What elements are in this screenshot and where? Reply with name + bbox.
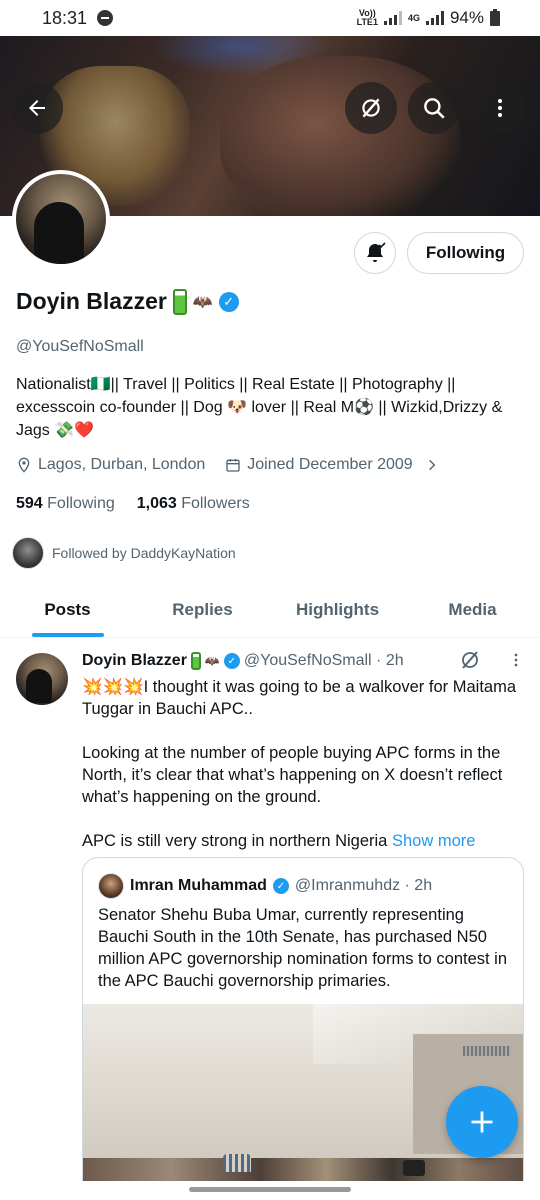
show-more-link[interactable]: Show more xyxy=(392,832,475,850)
post-actions xyxy=(458,648,524,672)
verified-badge-icon: ✓ xyxy=(272,878,289,894)
quote-header: Imran Muhammad ✓ @Imranmuhdz · 2h xyxy=(98,873,432,899)
network-type: 4G xyxy=(407,12,420,23)
followers-stat[interactable]: 1,063 Followers xyxy=(137,495,250,513)
followers-label: Followers xyxy=(181,495,250,512)
status-time: 18:31 xyxy=(42,7,88,28)
do-not-disturb-icon xyxy=(97,10,114,26)
profile-bio: Nationalist🇳🇬|| Travel || Politics || Re… xyxy=(16,373,526,442)
compose-button[interactable] xyxy=(446,1086,518,1158)
profile-tabs: Posts Replies Highlights Media xyxy=(0,582,540,638)
bio-line: Nationalist🇳🇬|| Travel || Politics || Re… xyxy=(16,376,456,393)
post-text: 💥💥💥I thought it was going to be a walkov… xyxy=(82,676,528,852)
joined-text: Joined December 2009 xyxy=(247,456,413,473)
calendar-icon xyxy=(226,459,240,472)
battery-emoji-icon xyxy=(190,652,201,670)
post-handle-time: @YouSefNoSmall · 2h xyxy=(243,652,404,669)
profile-meta: Lagos, Durban, London Joined December 20… xyxy=(16,456,439,474)
quote-text: Senator Shehu Buba Umar, currently repre… xyxy=(98,906,508,990)
following-count: 594 xyxy=(16,495,43,512)
post-paragraph-text: APC is still very strong in northern Nig… xyxy=(82,832,388,850)
following-button[interactable]: Following xyxy=(407,232,524,274)
notifications-button[interactable] xyxy=(354,232,396,274)
tab-media[interactable]: Media xyxy=(405,582,540,637)
bell-check-icon xyxy=(367,242,386,262)
signal-icon-2 xyxy=(425,11,444,25)
status-left: 18:31 xyxy=(42,7,114,29)
more-button[interactable] xyxy=(474,82,526,134)
verified-badge-icon: ✓ xyxy=(223,653,240,669)
chevron-right-icon[interactable] xyxy=(425,458,439,472)
verified-badge-icon[interactable]: ✓ xyxy=(218,291,239,312)
followed-by[interactable]: Followed by DaddyKayNation xyxy=(12,537,236,569)
volte-bottom: LTE1 xyxy=(356,17,378,27)
post-paragraph: Looking at the number of people buying A… xyxy=(82,744,503,806)
bat-emoji-icon: 🦇 xyxy=(204,654,220,668)
avatar xyxy=(12,537,44,569)
signal-icon xyxy=(383,11,402,25)
grok-button[interactable] xyxy=(345,82,397,134)
follow-stats: 594 Following 1,063 Followers xyxy=(16,495,250,513)
followers-count: 1,063 xyxy=(136,495,177,512)
profile-handle: @YouSefNoSmall xyxy=(16,338,144,355)
home-indicator[interactable] xyxy=(189,1187,351,1192)
following-label: Following xyxy=(47,495,115,512)
following-stat[interactable]: 594 Following xyxy=(16,495,115,513)
search-icon xyxy=(424,98,445,119)
back-button[interactable] xyxy=(11,82,63,134)
tab-posts[interactable]: Posts xyxy=(0,582,135,637)
followed-by-text: Followed by DaddyKayNation xyxy=(52,545,236,561)
post-paragraph: APC is still very strong in northern Nig… xyxy=(82,830,528,852)
status-bar: 18:31 Vo)) LTE1 4G 94% xyxy=(0,0,540,36)
location-pin-icon xyxy=(18,457,30,473)
avatar xyxy=(98,873,124,899)
search-button[interactable] xyxy=(408,82,460,134)
tab-highlights[interactable]: Highlights xyxy=(270,582,405,637)
display-name: Doyin Blazzer xyxy=(16,288,167,314)
volte-indicator: Vo)) LTE1 xyxy=(357,9,378,27)
battery-percent: 94% xyxy=(449,8,484,27)
name-row: Doyin Blazzer 🦇 ✓ xyxy=(16,288,239,315)
bio-line: excesscoin co-founder || Dog 🐶 lover || … xyxy=(16,399,503,416)
location-text: Lagos, Durban, London xyxy=(38,456,206,473)
quote-author: Imran Muhammad xyxy=(130,877,267,894)
arrow-left-icon xyxy=(29,100,45,116)
post-author[interactable]: Doyin Blazzer xyxy=(82,652,187,670)
battery-icon xyxy=(490,8,500,26)
quote-handle-time: @Imranmuhdz · 2h xyxy=(294,877,433,894)
more-vertical-icon[interactable] xyxy=(508,650,524,670)
grok-slash-icon xyxy=(362,98,380,118)
profile-avatar[interactable] xyxy=(12,170,110,268)
more-vertical-icon xyxy=(498,99,502,117)
post-paragraph: 💥💥💥I thought it was going to be a walkov… xyxy=(82,678,516,718)
bio-line: Jags 💸❤️ xyxy=(16,422,95,439)
status-right: Vo)) LTE1 4G 94% xyxy=(357,8,500,28)
post-header: Doyin Blazzer 🦇 ✓ @YouSefNoSmall · 2h xyxy=(82,652,404,670)
grok-slash-icon[interactable] xyxy=(458,648,482,672)
post-avatar[interactable] xyxy=(16,653,68,705)
plus-icon xyxy=(471,1111,493,1133)
bat-emoji-icon: 🦇 xyxy=(192,293,213,311)
tab-replies[interactable]: Replies xyxy=(135,582,270,637)
battery-emoji-icon xyxy=(172,288,187,315)
